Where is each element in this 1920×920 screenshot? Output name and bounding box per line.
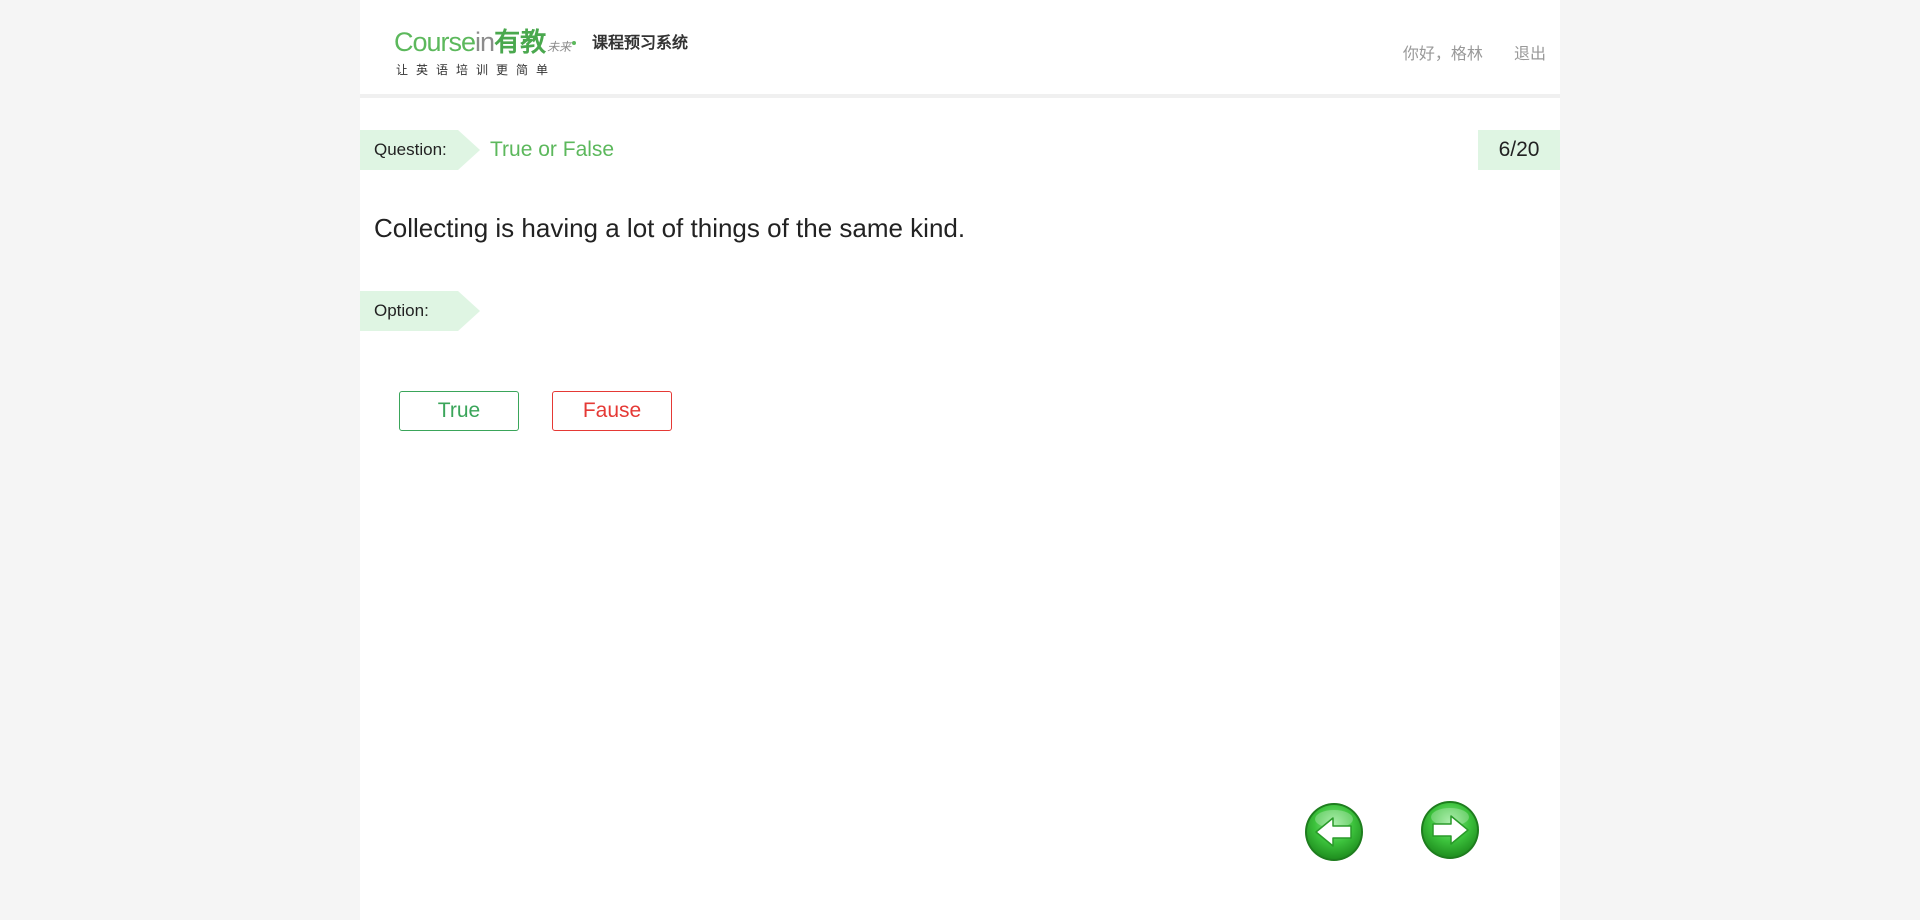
arrow-right-icon xyxy=(1421,801,1479,859)
logo-in-text: in xyxy=(475,27,495,57)
logout-link[interactable]: 退出 xyxy=(1514,44,1546,63)
true-option-button[interactable]: True xyxy=(399,391,519,431)
system-name: 课程预习系统 xyxy=(592,33,689,52)
arrow-left-icon xyxy=(1305,803,1363,861)
logo-wordmark: Coursein有教未来 xyxy=(394,24,571,65)
user-greeting: 你好，格林 xyxy=(1402,44,1483,63)
question-progress: 6/20 xyxy=(1478,130,1560,170)
user-area: 你好，格林 退出 xyxy=(1403,40,1546,64)
logo-cn-text: 有教 xyxy=(494,28,547,58)
header: Coursein有教未来 课程预习系统 让英语培训更简单 你好，格林 退出 xyxy=(360,0,1560,98)
next-button[interactable] xyxy=(1420,800,1480,860)
logo-dot xyxy=(572,41,576,45)
logo-course-text: Course xyxy=(394,27,476,57)
prev-button[interactable] xyxy=(1304,802,1364,862)
page-container: Coursein有教未来 课程预习系统 让英语培训更简单 你好，格林 退出 Qu… xyxy=(360,0,1560,920)
option-tag: Option: xyxy=(360,291,480,331)
question-tag: Question: xyxy=(360,130,480,170)
question-type: True or False xyxy=(490,138,615,161)
false-option-button[interactable]: Fause xyxy=(552,391,672,431)
logo-slogan: 让英语培训更简单 xyxy=(396,63,557,77)
logo-small-text: 未来 xyxy=(547,40,572,54)
question-text: Collecting is having a lot of things of … xyxy=(374,213,966,243)
